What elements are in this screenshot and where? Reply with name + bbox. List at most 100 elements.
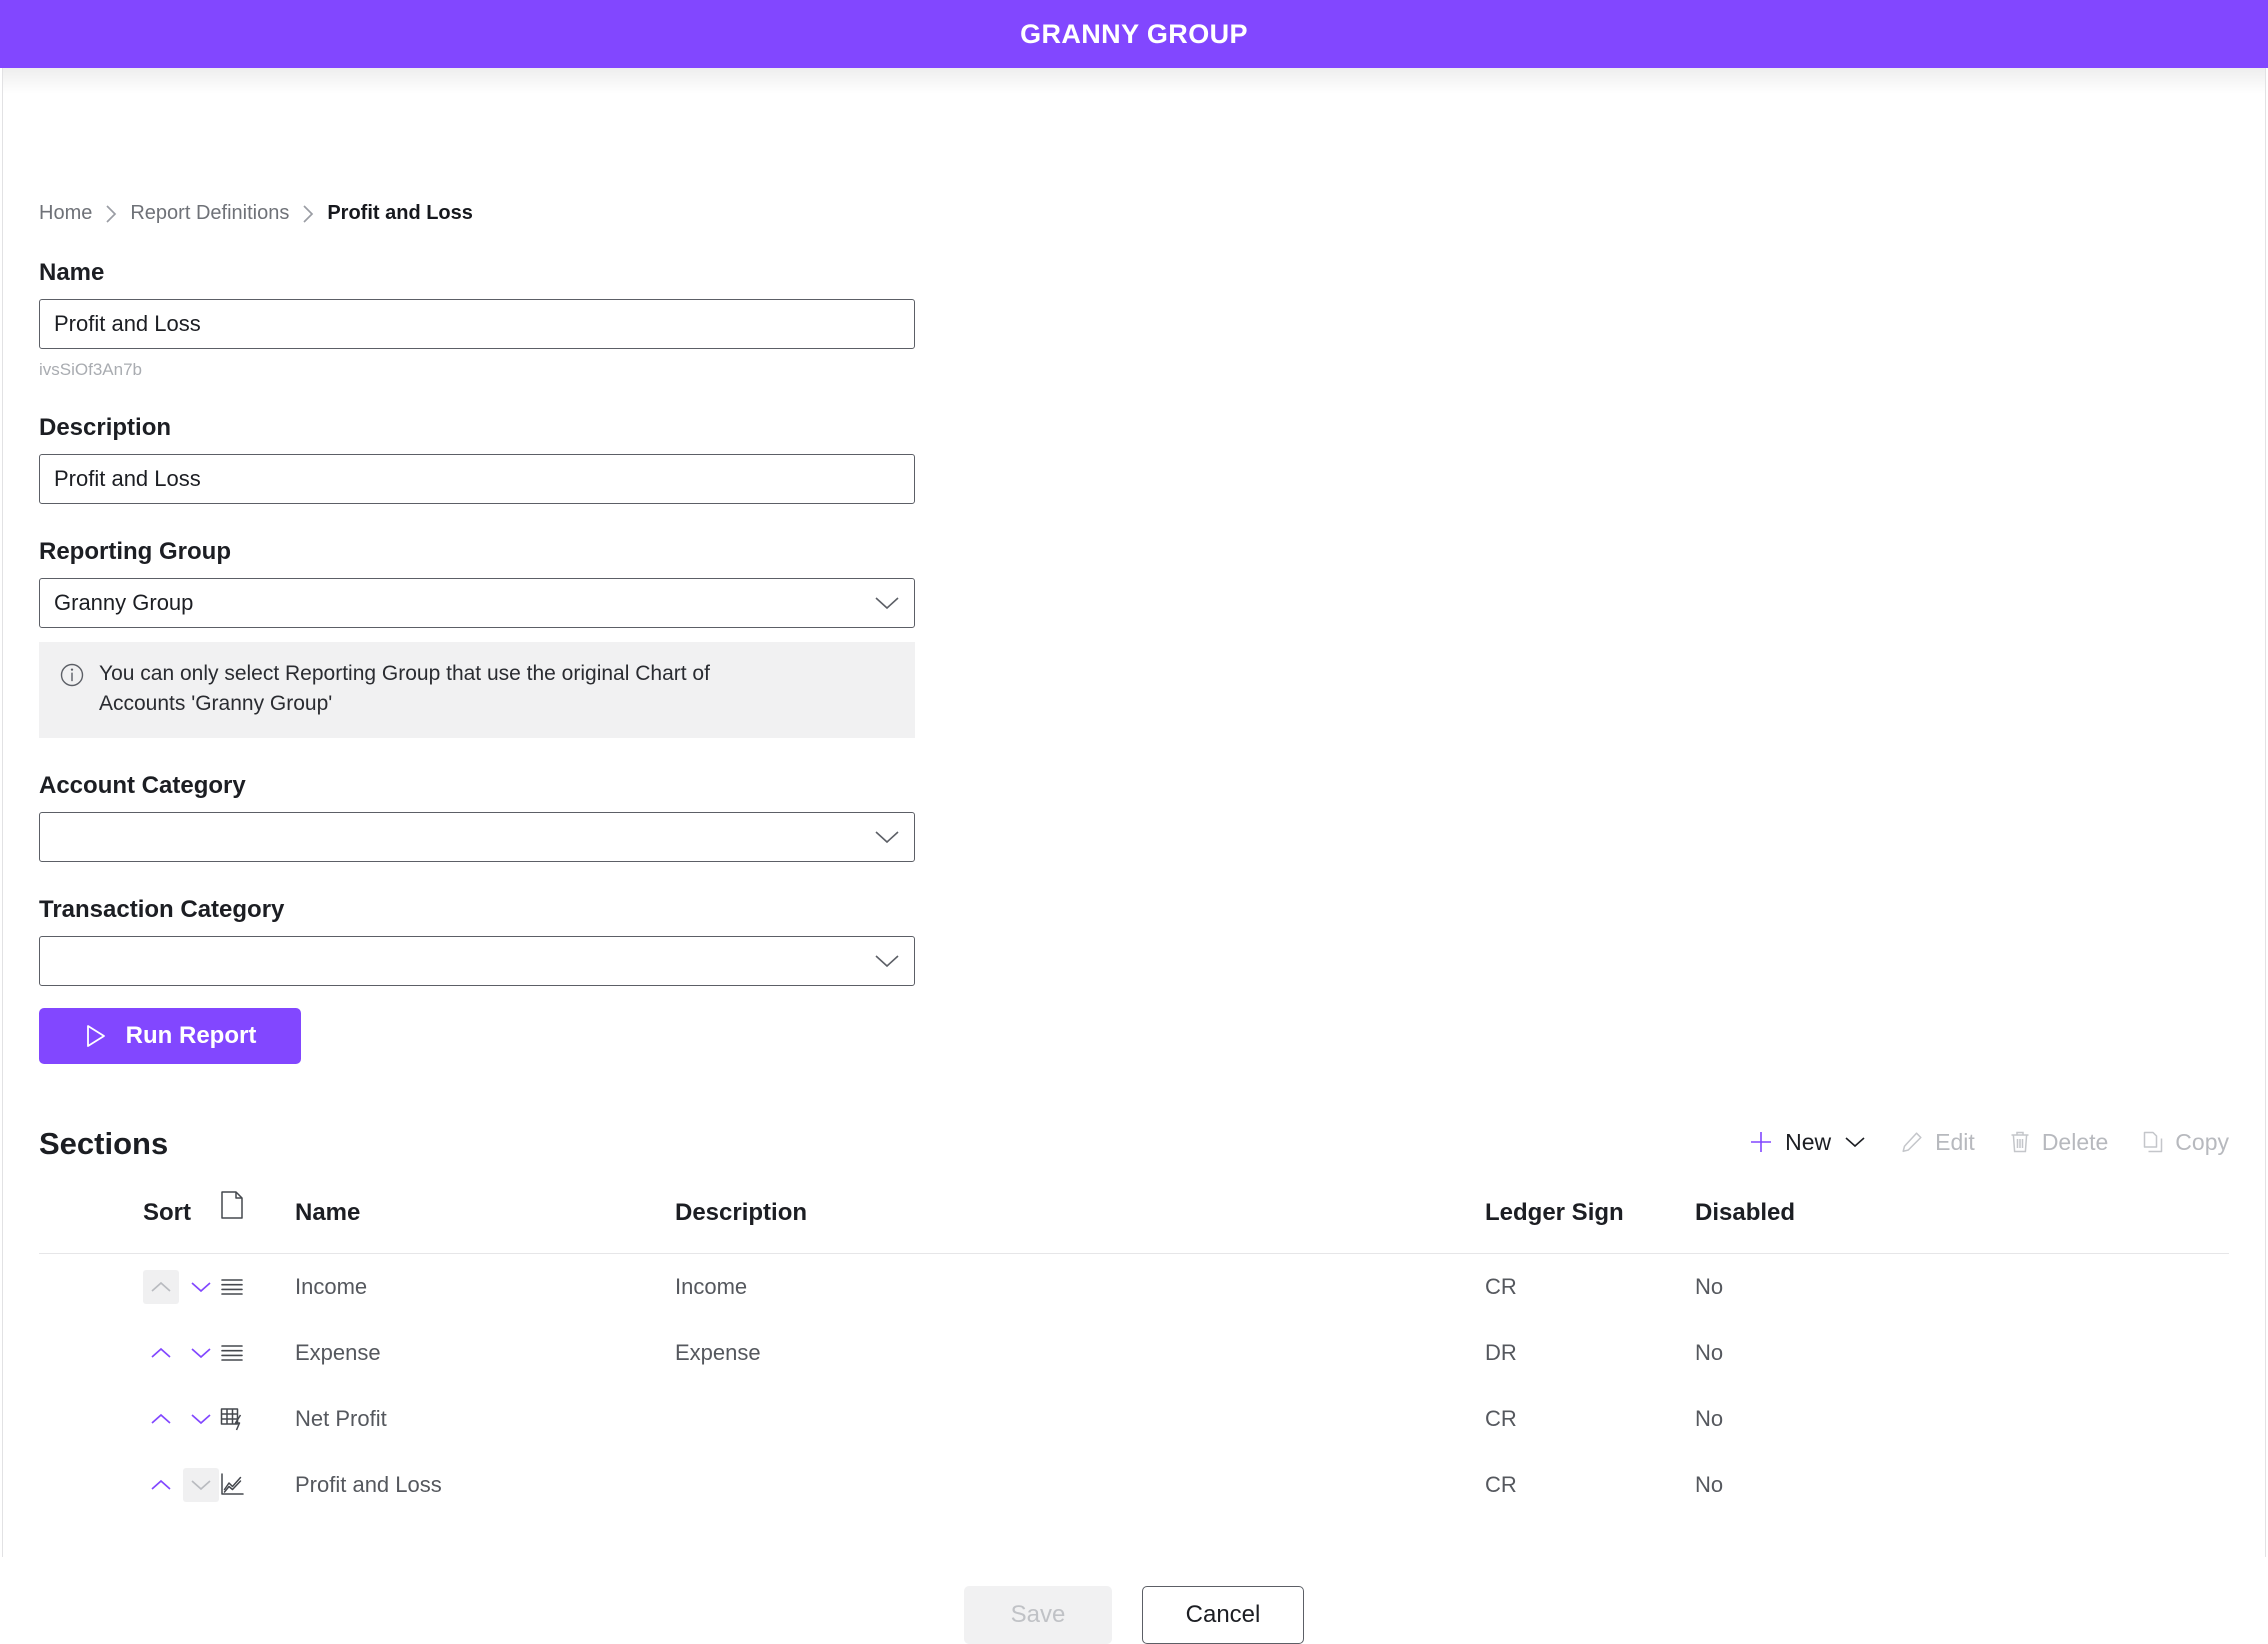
sections-table-body: Income Income CR No Expense Expense DR N… <box>39 1253 2229 1518</box>
lines-list-icon <box>219 1276 295 1298</box>
play-icon <box>84 1023 108 1049</box>
row-ledger-sign: CR <box>1485 1405 1517 1431</box>
row-type-cell <box>219 1253 295 1320</box>
sort-up-button <box>143 1269 179 1304</box>
delete-button-label: Delete <box>2041 1128 2109 1155</box>
row-ledger-sign: CR <box>1485 1273 1517 1299</box>
row-disabled: No <box>1695 1471 1724 1497</box>
copy-button-label: Copy <box>2175 1128 2229 1155</box>
edit-button-label: Edit <box>1935 1128 1975 1155</box>
row-name: Income <box>295 1273 368 1299</box>
sort-cell <box>39 1386 219 1452</box>
new-button-label: New <box>1785 1128 1832 1155</box>
copy-button[interactable]: Copy <box>2142 1129 2229 1156</box>
name-label: Name <box>39 259 105 286</box>
chevron-down-icon <box>874 953 900 969</box>
breadcrumb-item-report-definitions[interactable]: Report Definitions <box>130 202 289 225</box>
row-type-cell <box>219 1452 295 1518</box>
row-ledger-sign: CR <box>1485 1471 1517 1497</box>
row-description <box>675 1452 1485 1518</box>
sections-title: Sections <box>39 1125 169 1161</box>
chevron-down-icon <box>874 829 900 845</box>
sections-bar: Sections New Edit Delete Copy <box>39 1126 2229 1162</box>
run-report-button[interactable]: Run Report <box>39 1007 301 1064</box>
column-header-disabled: Disabled <box>1695 1189 2229 1254</box>
edit-button[interactable]: Edit <box>1900 1129 1975 1156</box>
column-header-sort: Sort <box>39 1189 219 1254</box>
plus-icon <box>1748 1129 1774 1155</box>
reporting-group-info-box: You can only select Reporting Group that… <box>39 642 915 738</box>
sort-down-button <box>183 1467 219 1502</box>
table-row[interactable]: Expense Expense DR No <box>39 1320 2229 1386</box>
sort-up-button[interactable] <box>143 1336 179 1370</box>
reporting-group-label: Reporting Group <box>39 538 231 565</box>
row-type-cell <box>219 1320 295 1386</box>
row-description <box>675 1386 1485 1452</box>
reporting-group-info-text: You can only select Reporting Group that… <box>99 662 710 715</box>
transaction-category-select[interactable] <box>39 935 915 986</box>
cancel-button[interactable]: Cancel <box>1142 1585 1304 1644</box>
save-button[interactable]: Save <box>964 1585 1112 1644</box>
table-row[interactable]: Income Income CR No <box>39 1253 2229 1320</box>
description-field[interactable] <box>39 454 915 504</box>
pencil-icon <box>1900 1130 1924 1154</box>
account-category-select[interactable] <box>39 811 915 862</box>
breadcrumb-item-current: Profit and Loss <box>327 202 473 224</box>
lines-list-icon <box>219 1342 295 1364</box>
breadcrumb-item-home[interactable]: Home <box>39 202 92 225</box>
chevron-down-icon[interactable] <box>1844 1135 1866 1149</box>
chevron-right-icon <box>104 203 118 225</box>
row-name: Profit and Loss <box>295 1471 442 1497</box>
sort-down-button[interactable] <box>183 1336 219 1370</box>
row-name: Expense <box>295 1339 381 1365</box>
description-label: Description <box>39 414 172 441</box>
run-report-label: Run Report <box>125 1021 257 1049</box>
reporting-group-select[interactable]: Granny Group <box>39 578 915 628</box>
sort-cell <box>39 1320 219 1386</box>
app-header: GRANNY GROUP <box>0 0 2268 68</box>
delete-button[interactable]: Delete <box>2009 1129 2108 1156</box>
sort-up-button[interactable] <box>143 1402 179 1436</box>
row-description: Income <box>675 1273 748 1299</box>
sort-cell <box>39 1452 219 1518</box>
breadcrumb: Home Report Definitions Profit and Loss <box>39 68 2229 225</box>
line-chart-icon <box>219 1472 295 1498</box>
row-disabled: No <box>1695 1273 1724 1299</box>
row-description: Expense <box>675 1339 761 1365</box>
trash-icon <box>2009 1130 2031 1154</box>
sections-toolbar: New Edit Delete Copy <box>1748 1129 2229 1162</box>
table-lightning-icon <box>219 1406 295 1432</box>
row-type-cell <box>219 1386 295 1452</box>
app-title: GRANNY GROUP <box>1020 18 1248 49</box>
table-header-row: Sort Name Description Ledger Sign Disabl… <box>39 1189 2229 1254</box>
reporting-group-value: Granny Group <box>54 590 194 615</box>
record-id-hint: ivsSiOf3An7b <box>39 360 142 379</box>
sections-table: Sort Name Description Ledger Sign Disabl… <box>39 1189 2229 1518</box>
sort-down-button[interactable] <box>183 1402 219 1436</box>
sort-up-button[interactable] <box>143 1468 179 1502</box>
column-header-description: Description <box>675 1189 1485 1254</box>
footer-actions: Save Cancel <box>39 1585 2229 1644</box>
sort-down-button[interactable] <box>183 1270 219 1304</box>
chevron-right-icon <box>301 203 315 225</box>
transaction-category-label: Transaction Category <box>39 895 285 923</box>
row-disabled: No <box>1695 1405 1724 1431</box>
name-field[interactable] <box>39 299 915 349</box>
column-header-type <box>219 1189 295 1254</box>
page-frame: Home Report Definitions Profit and Loss … <box>2 68 2266 1644</box>
account-category-label: Account Category <box>39 771 246 799</box>
column-header-name: Name <box>295 1189 675 1254</box>
sort-cell <box>39 1253 219 1320</box>
column-header-ledger-sign: Ledger Sign <box>1485 1189 1695 1254</box>
chevron-down-icon <box>874 595 900 611</box>
copy-icon <box>2142 1130 2164 1154</box>
table-row[interactable]: Profit and Loss CR No <box>39 1452 2229 1518</box>
page-content: Home Report Definitions Profit and Loss … <box>3 68 2265 1644</box>
info-icon <box>59 662 85 688</box>
document-icon <box>219 1190 245 1220</box>
row-ledger-sign: DR <box>1485 1339 1517 1365</box>
new-button[interactable]: New <box>1748 1129 1866 1156</box>
row-name: Net Profit <box>295 1405 387 1431</box>
table-row[interactable]: Net Profit CR No <box>39 1386 2229 1452</box>
row-disabled: No <box>1695 1339 1724 1365</box>
